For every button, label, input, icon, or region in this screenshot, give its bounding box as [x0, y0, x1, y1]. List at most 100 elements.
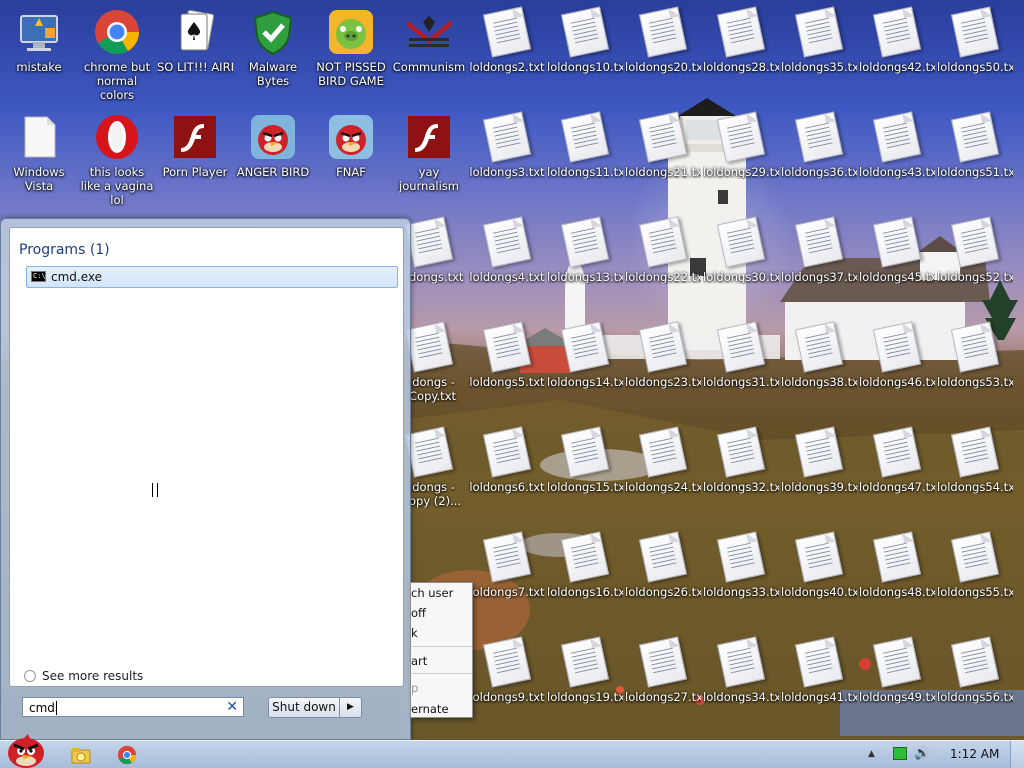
desktop-text-file[interactable]: loldongs46.txt: [859, 321, 935, 389]
text-file-icon: [560, 321, 610, 373]
submenu-item-sleep[interactable]: p: [411, 678, 418, 698]
search-result-cmd[interactable]: C:\ cmd.exe: [26, 266, 398, 288]
clear-search-icon[interactable]: ✕: [226, 699, 238, 715]
text-file-icon: [638, 216, 688, 268]
desktop-text-file[interactable]: loldongs38.txt: [781, 321, 857, 389]
desktop-text-file[interactable]: loldongs34.txt: [703, 636, 779, 704]
desktop-icon-opera[interactable]: this looks like a vagina lol: [79, 113, 155, 207]
desktop-icon-not-pissed-bird-game[interactable]: NOT PISSED BIRD GAME: [313, 8, 389, 88]
desktop-text-file[interactable]: loldongs51.txt: [937, 111, 1013, 179]
desktop-text-file[interactable]: loldongs10.txt: [547, 6, 623, 74]
submenu-item-restart[interactable]: art: [411, 651, 427, 671]
angry-bird-icon: [327, 113, 375, 161]
submenu-item-lock[interactable]: k: [411, 623, 418, 643]
desktop-text-file[interactable]: loldongs49.txt: [859, 636, 935, 704]
taskbar-explorer-icon[interactable]: [70, 745, 92, 765]
desktop-text-file[interactable]: loldongs11.txt: [547, 111, 623, 179]
desktop-text-file[interactable]: loldongs27.txt: [625, 636, 701, 704]
desktop-icon-porn-player[interactable]: Porn Player: [157, 113, 233, 179]
desktop-text-file[interactable]: loldongs6.txt: [469, 426, 545, 494]
desktop-text-file[interactable]: loldongs55.txt: [937, 531, 1013, 599]
desktop-icon-windows-vista[interactable]: Windows Vista: [1, 113, 77, 193]
text-file-label: loldongs51.txt: [937, 165, 1013, 179]
desktop-text-file[interactable]: loldongs7.txt: [469, 531, 545, 599]
desktop-text-file[interactable]: loldongs42.txt: [859, 6, 935, 74]
text-file-label: loldongs28.txt: [703, 60, 779, 74]
desktop-text-file[interactable]: loldongs21.txt: [625, 111, 701, 179]
desktop-icon-mistake[interactable]: mistake: [1, 8, 77, 74]
desktop-icon-solitaire[interactable]: SO LIT!!! AIRE: [157, 8, 233, 74]
desktop-text-file[interactable]: loldongs36.txt: [781, 111, 857, 179]
desktop-text-file[interactable]: loldongs24.txt: [625, 426, 701, 494]
show-desktop-button[interactable]: [1010, 741, 1024, 768]
shutdown-options-arrow-icon[interactable]: ▶: [340, 697, 362, 718]
desktop-text-file[interactable]: loldongs52.txt: [937, 216, 1013, 284]
text-file-icon: [716, 216, 766, 268]
clock[interactable]: 1:12 AM: [950, 747, 999, 761]
submenu-item-log-off[interactable]: off: [411, 603, 426, 623]
desktop-icon-fnaf[interactable]: FNAF: [313, 113, 389, 179]
desktop-text-file[interactable]: loldongs53.txt: [937, 321, 1013, 389]
desktop-text-file[interactable]: loldongs45.txt: [859, 216, 935, 284]
desktop-text-file[interactable]: loldongs32.txt: [703, 426, 779, 494]
desktop-text-file[interactable]: loldongs19.txt: [547, 636, 623, 704]
desktop-text-file[interactable]: loldongs47.txt: [859, 426, 935, 494]
text-file-label: loldongs16.txt: [547, 585, 623, 599]
desktop-text-file[interactable]: loldongs23.txt: [625, 321, 701, 389]
text-file-icon: [482, 321, 532, 373]
text-file-icon: [404, 321, 454, 373]
desktop-text-file[interactable]: loldongs40.txt: [781, 531, 857, 599]
taskbar-chrome-icon[interactable]: [117, 745, 139, 765]
text-file-label: loldongs39.txt: [781, 480, 857, 494]
desktop-text-file[interactable]: loldongs4.txt: [469, 216, 545, 284]
desktop-text-file[interactable]: loldongs22.txt: [625, 216, 701, 284]
desktop-text-file[interactable]: loldongs41.txt: [781, 636, 857, 704]
desktop-text-file[interactable]: loldongs48.txt: [859, 531, 935, 599]
desktop-text-file[interactable]: loldongs54.txt: [937, 426, 1013, 494]
desktop-text-file[interactable]: loldongs26.txt: [625, 531, 701, 599]
volume-icon[interactable]: 🔊: [914, 746, 930, 761]
desktop-text-file[interactable]: loldongs9.txt: [469, 636, 545, 704]
desktop-text-file[interactable]: loldongs2.txt: [469, 6, 545, 74]
text-file-label: loldongs23.txt: [625, 375, 701, 389]
desktop-text-file[interactable]: loldongs16.txt: [547, 531, 623, 599]
desktop-text-file[interactable]: loldongs28.txt: [703, 6, 779, 74]
desktop-text-file[interactable]: loldongs31.txt: [703, 321, 779, 389]
text-file-label: loldongs3.txt: [469, 165, 545, 179]
desktop-text-file[interactable]: loldongs39.txt: [781, 426, 857, 494]
start-search-input[interactable]: cmd ✕: [22, 697, 244, 717]
text-file-icon: [638, 321, 688, 373]
desktop-text-file[interactable]: loldongs30.txt: [703, 216, 779, 284]
desktop-text-file[interactable]: loldongs13.txt: [547, 216, 623, 284]
desktop-icon-anger-bird[interactable]: ANGER BIRD: [235, 113, 311, 179]
submenu-item-switch-user[interactable]: ch user: [411, 583, 453, 603]
desktop-text-file[interactable]: loldongs37.txt: [781, 216, 857, 284]
text-file-icon: [794, 111, 844, 163]
desktop-text-file[interactable]: loldongs20.txt: [625, 6, 701, 74]
desktop-icon-chrome[interactable]: chrome but normal colors: [79, 8, 155, 102]
network-icon[interactable]: [893, 747, 907, 760]
shut-down-button[interactable]: Shut down: [268, 697, 340, 718]
see-more-results-link[interactable]: See more results: [18, 669, 143, 683]
desktop-text-file[interactable]: loldongs14.txt: [547, 321, 623, 389]
desktop-icon-communism[interactable]: Communism: [391, 8, 467, 74]
submenu-item-hibernate[interactable]: ernate: [411, 699, 449, 717]
desktop-text-file[interactable]: loldongs50.txt: [937, 6, 1013, 74]
text-file-label: loldongs33.txt: [703, 585, 779, 599]
desktop-text-file[interactable]: loldongs35.txt: [781, 6, 857, 74]
start-button[interactable]: [2, 733, 50, 768]
desktop-text-file[interactable]: loldongs33.txt: [703, 531, 779, 599]
desktop-text-file[interactable]: loldongs29.txt: [703, 111, 779, 179]
text-file-icon: [716, 426, 766, 478]
text-file-icon: [638, 531, 688, 583]
show-hidden-icons-icon[interactable]: ▲: [868, 749, 875, 759]
blank-file-icon: [15, 113, 63, 161]
desktop-text-file[interactable]: loldongs56.txt: [937, 636, 1013, 704]
desktop-text-file[interactable]: loldongs15.txt: [547, 426, 623, 494]
desktop-text-file[interactable]: loldongs3.txt: [469, 111, 545, 179]
desktop-icon-malwarebytes[interactable]: Malware Bytes: [235, 8, 311, 88]
text-file-icon: [560, 6, 610, 58]
desktop-text-file[interactable]: loldongs5.txt: [469, 321, 545, 389]
desktop-text-file[interactable]: loldongs43.txt: [859, 111, 935, 179]
desktop-icon-yay-journalism[interactable]: yay journalism: [391, 113, 467, 193]
